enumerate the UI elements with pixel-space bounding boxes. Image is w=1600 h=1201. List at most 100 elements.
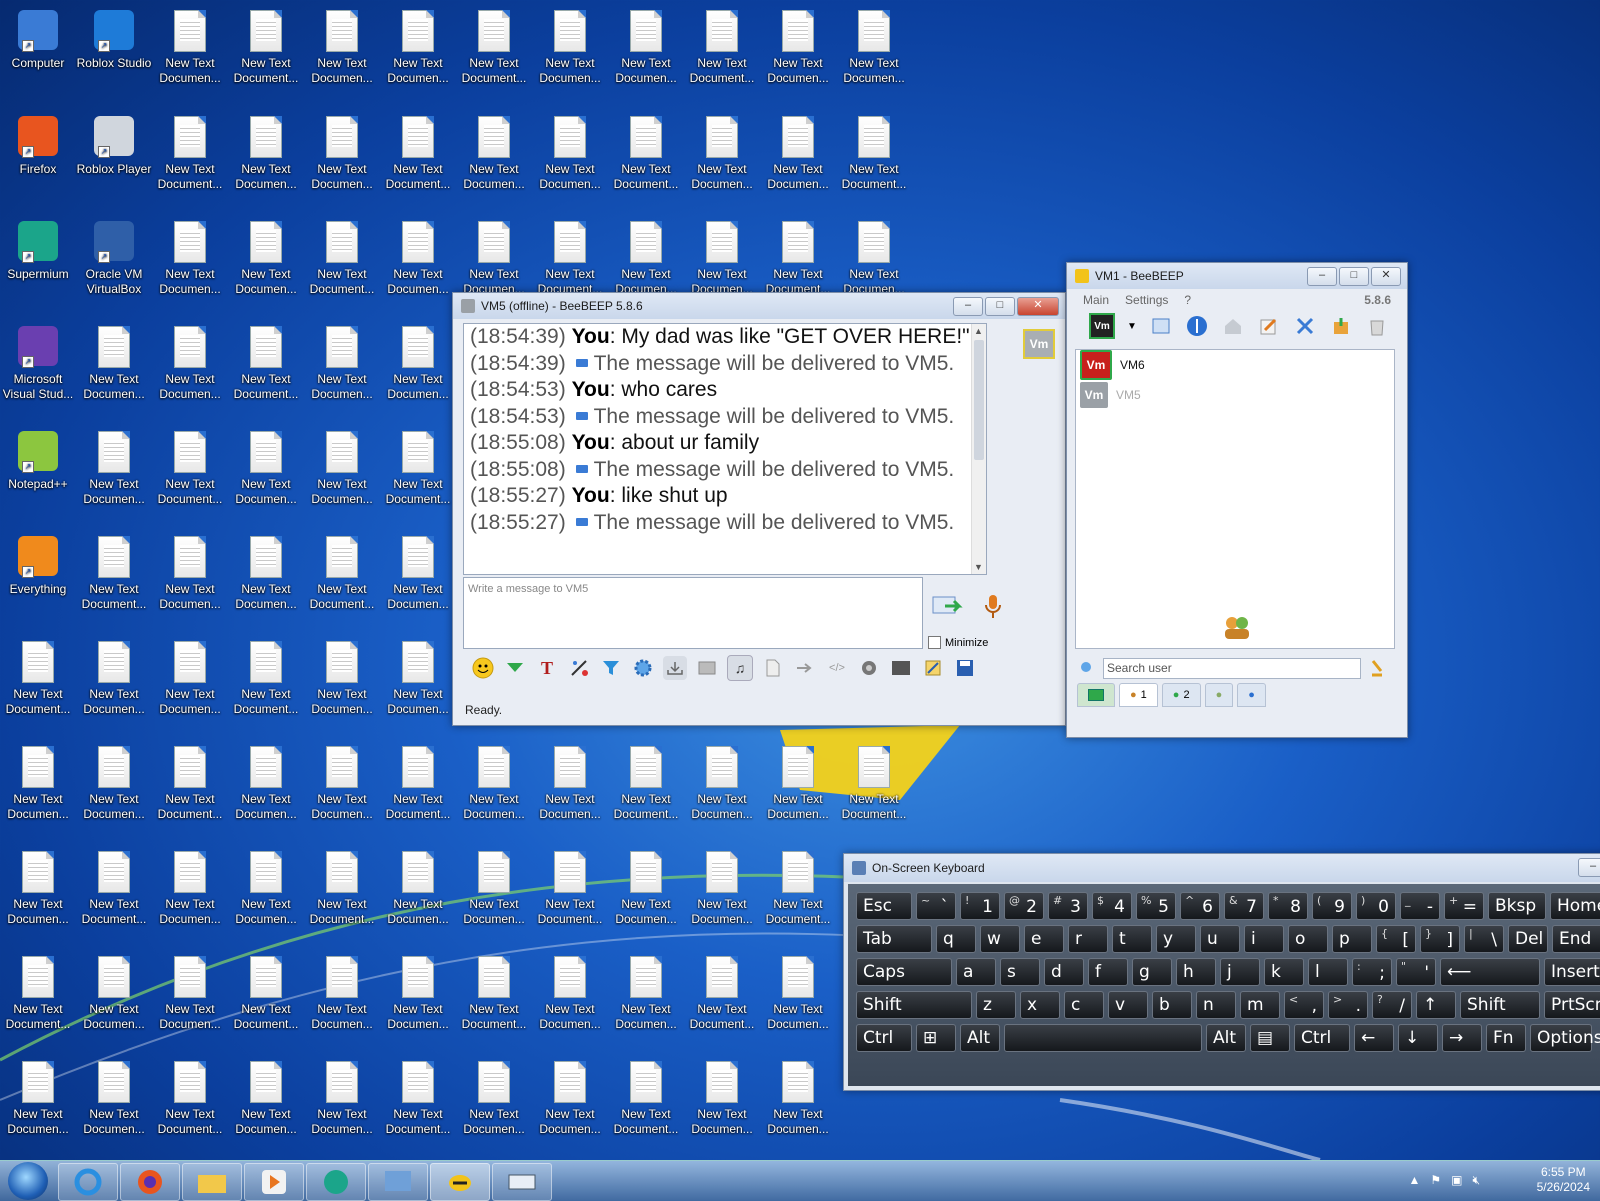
desktop-icon-text-document[interactable]: New Text Document... (684, 4, 760, 86)
minimize-button[interactable]: – (1307, 267, 1337, 286)
desktop-icon-text-document[interactable]: New Text Documen... (76, 635, 152, 717)
key-space[interactable] (1004, 1024, 1202, 1052)
desktop-icon-text-document[interactable]: New Text Documen... (456, 740, 532, 822)
code-icon[interactable]: </> (825, 656, 849, 680)
desktop-icon-text-document[interactable]: New Text Document... (152, 425, 228, 507)
key-alt[interactable]: Alt (1206, 1024, 1246, 1052)
desktop-icon-text-document[interactable]: New Text Document... (760, 845, 836, 927)
desktop-icon-text-document[interactable]: New Text Documen... (76, 950, 152, 1032)
desktop-icon-computer[interactable]: ↗ Computer (0, 4, 76, 71)
download-icon[interactable] (663, 656, 687, 680)
key-[interactable]: ▤ (1250, 1024, 1290, 1052)
key-caps[interactable]: Caps (856, 958, 952, 986)
desktop-icon-text-document[interactable]: New Text Documen... (608, 950, 684, 1032)
desktop-icon-text-document[interactable]: New Text Documen... (228, 740, 304, 822)
desktop-icon-text-document[interactable]: New Text Document... (152, 1055, 228, 1137)
minimize-checkbox[interactable] (928, 636, 941, 649)
network-app-icon[interactable] (368, 1163, 428, 1201)
desktop-icon-text-document[interactable]: New Text Documen... (380, 530, 456, 612)
key-[interactable]: _ - (1400, 892, 1440, 920)
key-ctrl[interactable]: Ctrl (1294, 1024, 1350, 1052)
user-row[interactable]: Vm VM6 (1076, 350, 1394, 380)
key-1[interactable]: ! 1 (960, 892, 1000, 920)
key-end[interactable]: End (1552, 925, 1600, 953)
desktop-icon-text-document[interactable]: New Text Documen... (836, 4, 912, 86)
key-[interactable]: ~ ` (916, 892, 956, 920)
desktop-icon-text-document[interactable]: New Text Document... (0, 950, 76, 1032)
key-8[interactable]: * 8 (1268, 892, 1308, 920)
clock[interactable]: 6:55 PM 5/26/2024 (1537, 1165, 1590, 1195)
main-window-titlebar[interactable]: VM1 - BeeBEEP – □ ✕ (1067, 263, 1407, 289)
desktop-icon-text-document[interactable]: New Text Documen... (304, 4, 380, 86)
desktop-icon-text-document[interactable]: New Text Document... (304, 845, 380, 927)
music-icon[interactable]: ♫ (727, 655, 753, 681)
key-i[interactable]: i (1244, 925, 1284, 953)
desktop-icon-microsoft-visual-stud[interactable]: ↗ Microsoft Visual Stud... (0, 320, 76, 402)
desktop-icon-text-document[interactable]: New Text Documen... (304, 1055, 380, 1137)
desktop-icon-text-document[interactable]: New Text Documen... (532, 950, 608, 1032)
microphone-icon[interactable] (983, 593, 1003, 621)
key-[interactable]: }] (1420, 925, 1460, 953)
edit-icon[interactable] (1257, 314, 1281, 338)
key-x[interactable]: x (1020, 991, 1060, 1019)
key-p[interactable]: p (1332, 925, 1372, 953)
scroll-down-icon[interactable]: ▼ (974, 562, 983, 572)
key-v[interactable]: v (1108, 991, 1148, 1019)
supermium-icon[interactable] (306, 1163, 366, 1201)
desktop-icon-text-document[interactable]: New Text Documen... (228, 530, 304, 612)
desktop-icon-text-document[interactable]: New Text Documen... (152, 635, 228, 717)
desktop-icon-text-document[interactable]: New Text Documen... (456, 845, 532, 927)
key-d[interactable]: d (1044, 958, 1084, 986)
key-fn[interactable]: Fn (1486, 1024, 1526, 1052)
menu-main[interactable]: Main (1083, 293, 1109, 307)
key-ctrl[interactable]: Ctrl (856, 1024, 912, 1052)
key-tab[interactable]: Tab (856, 925, 932, 953)
key-esc[interactable]: Esc (856, 892, 912, 920)
status-dropdown-icon[interactable]: ▼ (1127, 321, 1137, 332)
key-y[interactable]: y (1156, 925, 1196, 953)
desktop-icon-text-document[interactable]: New Text Documen... (532, 110, 608, 192)
desktop-icon-text-document[interactable]: New Text Documen... (76, 425, 152, 507)
key-9[interactable]: (9 (1312, 892, 1352, 920)
key-shift[interactable]: Shift (1460, 991, 1540, 1019)
message-input[interactable]: Write a message to VM5 (463, 577, 923, 649)
key-options[interactable]: Options (1530, 1024, 1600, 1052)
desktop-icon-roblox-studio[interactable]: ↗ Roblox Studio (76, 4, 152, 71)
desktop-icon-text-document[interactable]: New Text Documen... (76, 320, 152, 402)
desktop-icon-text-document[interactable]: New Text Documen... (608, 845, 684, 927)
desktop-icon-text-document[interactable]: New Text Documen... (684, 740, 760, 822)
menu-settings[interactable]: Settings (1125, 293, 1168, 307)
minimize-option[interactable]: Minimize (928, 636, 988, 649)
desktop-icon-text-document[interactable]: New Text Documen... (760, 4, 836, 86)
show-hidden-icon[interactable]: ▲ (1408, 1173, 1420, 1188)
key-[interactable]: ? / (1372, 991, 1412, 1019)
key-z[interactable]: z (976, 991, 1016, 1019)
image-icon[interactable] (695, 656, 719, 680)
desktop-icon-text-document[interactable]: New Text Document... (304, 530, 380, 612)
scroll-up-icon[interactable]: ▲ (974, 326, 983, 336)
filter-icon[interactable] (599, 656, 623, 680)
desktop-icon-text-document[interactable]: New Text Documen... (532, 740, 608, 822)
desktop-icon-text-document[interactable]: New Text Document... (380, 425, 456, 507)
desktop-icon-text-document[interactable]: New Text Documen... (532, 4, 608, 86)
tab-users[interactable]: ● 1 (1119, 683, 1158, 707)
save-icon[interactable] (953, 656, 977, 680)
desktop-icon-text-document[interactable]: New Text Document... (532, 215, 608, 297)
key-[interactable]: ⊞ (916, 1024, 956, 1052)
desktop-icon-text-document[interactable]: New Text Documen... (380, 635, 456, 717)
desktop-icon-text-document[interactable]: New Text Document... (608, 740, 684, 822)
flag-icon[interactable]: ⚑ (1430, 1173, 1441, 1188)
home-icon[interactable] (1221, 314, 1245, 338)
firefox-icon[interactable] (120, 1163, 180, 1201)
key-[interactable]: ↓ (1398, 1024, 1438, 1052)
close-button[interactable]: ✕ (1371, 267, 1401, 286)
media-player-icon[interactable] (244, 1163, 304, 1201)
desktop-icon-text-document[interactable]: New Text Documen... (304, 740, 380, 822)
desktop-icon-text-document[interactable]: New Text Documen... (760, 110, 836, 192)
desktop-icon-text-document[interactable]: New Text Documen... (760, 1055, 836, 1137)
desktop-icon-oracle-vm-virtualbox[interactable]: ↗ Oracle VM VirtualBox (76, 215, 152, 297)
chat-log[interactable]: (18:54:39) You: My dad was like "GET OVE… (463, 323, 987, 575)
desktop-icon-text-document[interactable]: New Text Documen... (760, 740, 836, 822)
file-icon[interactable] (761, 656, 785, 680)
desktop-icon-text-document[interactable]: New Text Document... (228, 635, 304, 717)
